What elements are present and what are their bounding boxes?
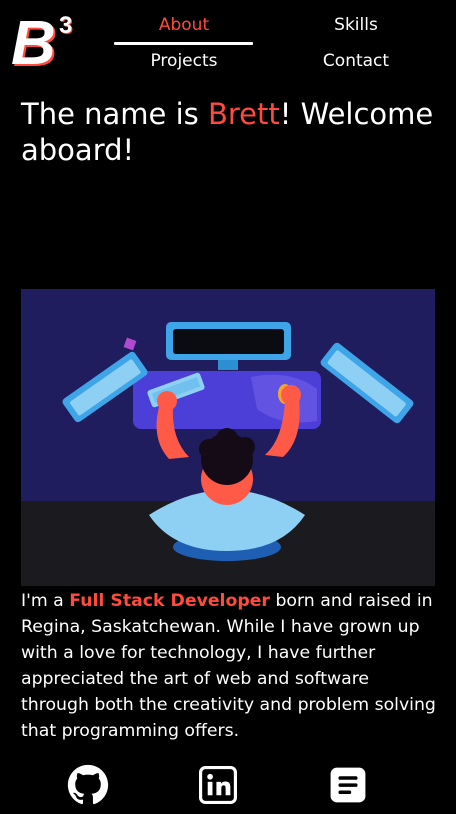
title-name: Brett — [208, 97, 280, 131]
nav-about[interactable]: About — [114, 15, 254, 35]
linkedin-icon — [199, 766, 237, 804]
nav-contact[interactable]: Contact — [286, 51, 426, 71]
bio-text: I'm a Full Stack Developer born and rais… — [21, 588, 441, 744]
developer-illustration — [21, 289, 435, 586]
page-title: The name is Brett! Welcome aboard! — [21, 96, 441, 168]
bio-rest: born and raised in Regina, Saskatchewan.… — [21, 591, 436, 741]
bio-lead: I'm a — [21, 591, 70, 611]
github-icon — [67, 764, 109, 805]
resume-icon — [330, 767, 366, 803]
title-intro: The name is — [21, 97, 208, 131]
logo-letter: B — [12, 9, 56, 68]
bio-role: Full Stack Developer — [69, 591, 270, 611]
nav-skills[interactable]: Skills — [286, 15, 426, 35]
nav-projects[interactable]: Projects — [114, 51, 254, 71]
logo[interactable]: B B 3 3 — [12, 8, 84, 68]
resume-link[interactable] — [326, 764, 370, 806]
nav-active-underline — [114, 42, 253, 45]
linkedin-link[interactable] — [196, 764, 240, 806]
github-link[interactable] — [66, 764, 110, 806]
logo-superscript: 3 — [59, 12, 72, 39]
